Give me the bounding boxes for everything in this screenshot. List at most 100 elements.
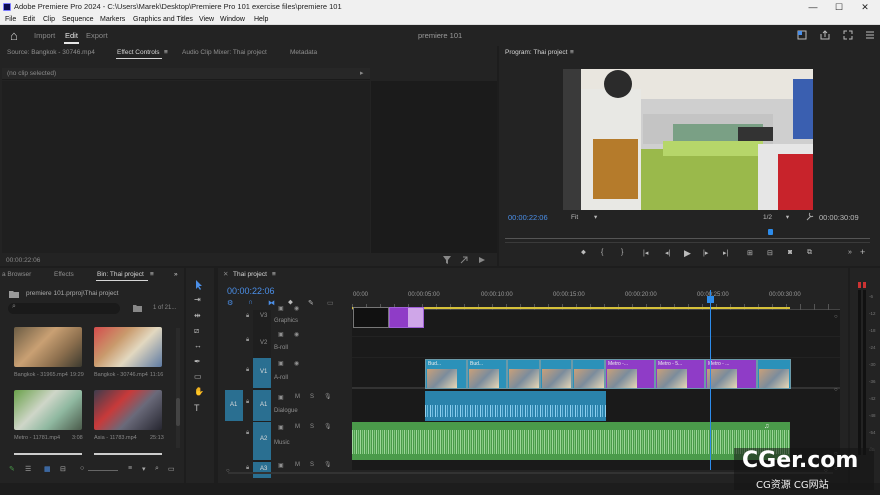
scroll-handle-icon[interactable]: ○ <box>834 314 838 320</box>
track-select-tool-icon[interactable]: ⇥ <box>194 295 201 304</box>
razor-tool-icon[interactable]: ⧄ <box>194 326 199 336</box>
menu-markers[interactable]: Markers <box>100 14 125 25</box>
share-icon[interactable] <box>820 30 830 40</box>
menu-clip[interactable]: Clip <box>43 14 55 25</box>
a-roll-clip[interactable] <box>507 359 540 389</box>
type-tool-icon[interactable]: T <box>194 403 200 413</box>
settings-arrow-icon[interactable] <box>478 256 486 264</box>
graphics-clip[interactable] <box>353 307 389 328</box>
wrench-icon[interactable] <box>805 212 814 221</box>
slip-tool-icon[interactable]: ↔ <box>194 341 202 350</box>
scroll-handle-icon[interactable]: ○ <box>834 387 838 393</box>
selection-tool-icon[interactable] <box>195 280 204 290</box>
new-bin-icon[interactable] <box>133 304 142 312</box>
menu-help[interactable]: Help <box>254 14 268 25</box>
tab-audio-clip-mixer[interactable]: Audio Clip Mixer: Thai project <box>182 46 267 60</box>
go-to-in-icon[interactable]: |◂ <box>643 249 648 257</box>
lock-icon[interactable]: 🔒︎ <box>246 367 249 374</box>
zoom-slider-track[interactable] <box>88 470 118 471</box>
timeline-playhead[interactable] <box>710 290 711 470</box>
track-id-v3[interactable]: V3 <box>260 313 267 319</box>
freeform-view-icon[interactable]: ⊟ <box>60 465 66 473</box>
bin-expand-icon[interactable]: » <box>174 268 178 282</box>
music-audio-clip[interactable]: ♫ <box>352 422 790 460</box>
eye-icon[interactable]: ◉ <box>294 360 299 367</box>
program-scrub-bar[interactable] <box>505 233 870 239</box>
eye-icon[interactable]: ◉ <box>294 331 299 338</box>
bin-scrollbar[interactable] <box>176 328 180 448</box>
lock-icon[interactable]: 🔒︎ <box>246 337 249 344</box>
lock-icon[interactable]: 🔒︎ <box>246 399 249 406</box>
bin-thumb-asia-11783[interactable] <box>94 390 162 430</box>
bin-scroll-thumb[interactable] <box>176 398 180 426</box>
fullscreen-icon[interactable] <box>843 30 853 40</box>
a-roll-clip[interactable]: Metro -... <box>605 359 655 389</box>
pencil-icon[interactable]: ✎ <box>9 465 15 473</box>
quality-dropdown[interactable]: 1/2 ▾ <box>763 213 789 221</box>
scroll-start-handle-icon[interactable]: ○ <box>226 468 230 474</box>
track-id-v2[interactable]: V2 <box>260 340 267 346</box>
sync-lock-icon[interactable]: ▣ <box>278 424 284 431</box>
solo-button[interactable]: S <box>310 424 314 430</box>
eye-icon[interactable]: ◉ <box>294 305 299 312</box>
menu-graphics-and-titles[interactable]: Graphics and Titles <box>133 14 193 25</box>
bin-search-input[interactable]: ⌕ <box>8 303 120 314</box>
a-roll-clip[interactable]: Bud... <box>467 359 507 389</box>
program-playhead[interactable] <box>768 229 773 235</box>
sync-lock-icon[interactable]: ▣ <box>278 331 284 338</box>
track-id-v1[interactable]: V1 <box>260 369 267 375</box>
timeline-playhead-handle[interactable] <box>707 296 714 303</box>
add-marker-timeline-icon[interactable]: ⬥ <box>288 299 293 307</box>
close-button[interactable]: ✕ <box>852 0 878 14</box>
go-to-out-icon[interactable]: ▸| <box>723 249 728 257</box>
home-icon[interactable]: ⌂ <box>10 25 18 46</box>
track-id-a2[interactable]: A2 <box>260 436 267 442</box>
pen-tool-icon[interactable]: ✒ <box>194 357 201 366</box>
comparison-view-icon[interactable]: ⧉ <box>807 249 812 257</box>
sync-lock-icon[interactable]: ▣ <box>278 305 284 312</box>
tab-media-browser[interactable]: a Browser <box>2 268 31 282</box>
export-frame-icon[interactable] <box>460 256 468 264</box>
program-expand-icon[interactable]: » <box>848 249 852 256</box>
bin-menu-icon[interactable]: ≡ <box>150 268 154 282</box>
mute-button[interactable]: M <box>295 424 300 430</box>
solo-button[interactable]: S <box>310 394 314 400</box>
timeline-settings-icon[interactable]: ✎ <box>308 299 314 307</box>
menu-file[interactable]: File <box>5 14 16 25</box>
tab-source[interactable]: Source: Bangkok - 30746.mp4 <box>7 46 95 60</box>
sort-icon[interactable]: ≡ <box>128 465 132 472</box>
tab-effects[interactable]: Effects <box>54 268 74 282</box>
captions-icon[interactable]: ▭ <box>327 299 334 307</box>
mark-in-icon[interactable]: { <box>601 249 603 256</box>
dialogue-audio-clip[interactable] <box>425 391 606 421</box>
track-id-a1[interactable]: A1 <box>260 402 267 408</box>
quick-export-icon[interactable] <box>797 30 807 40</box>
a-roll-clip[interactable] <box>572 359 605 389</box>
mic-icon[interactable]: 🎙︎ <box>324 423 332 430</box>
lock-icon[interactable]: 🔒︎ <box>246 313 249 320</box>
graphics-clip-purple[interactable] <box>389 307 424 328</box>
timeline-timecode[interactable]: 00:00:22:06 <box>227 286 275 296</box>
minimize-button[interactable]: — <box>800 0 826 14</box>
menu-view[interactable]: View <box>199 14 214 25</box>
program-tab[interactable]: Program: Thai project <box>505 46 567 60</box>
a-roll-clip[interactable]: Bud... <box>425 359 467 389</box>
bin-thumb-bangkok-30746[interactable] <box>94 327 162 367</box>
maximize-button[interactable]: ☐ <box>826 0 852 14</box>
list-view-icon[interactable]: ☰ <box>25 465 31 473</box>
nest-toggle-icon[interactable]: ⚙ <box>227 299 233 307</box>
tab-import[interactable]: Import <box>34 25 55 46</box>
a-roll-clip[interactable] <box>540 359 572 389</box>
tab-export[interactable]: Export <box>86 25 108 46</box>
workspace-menu-icon[interactable] <box>865 30 875 40</box>
hand-tool-icon[interactable]: ✋ <box>194 387 204 396</box>
fit-dropdown[interactable]: Fit ▾ <box>571 213 597 221</box>
tab-metadata[interactable]: Metadata <box>290 46 317 60</box>
extract-icon[interactable]: ⊟ <box>767 249 773 257</box>
mute-button[interactable]: M <box>295 394 300 400</box>
step-forward-icon[interactable]: |▸ <box>703 249 708 257</box>
bin-thumb-metro-11781[interactable] <box>14 390 82 430</box>
rectangle-tool-icon[interactable]: ▭ <box>194 372 202 381</box>
sync-lock-icon[interactable]: ▣ <box>278 394 284 401</box>
search-bin-icon[interactable]: ⌕ <box>155 465 159 473</box>
